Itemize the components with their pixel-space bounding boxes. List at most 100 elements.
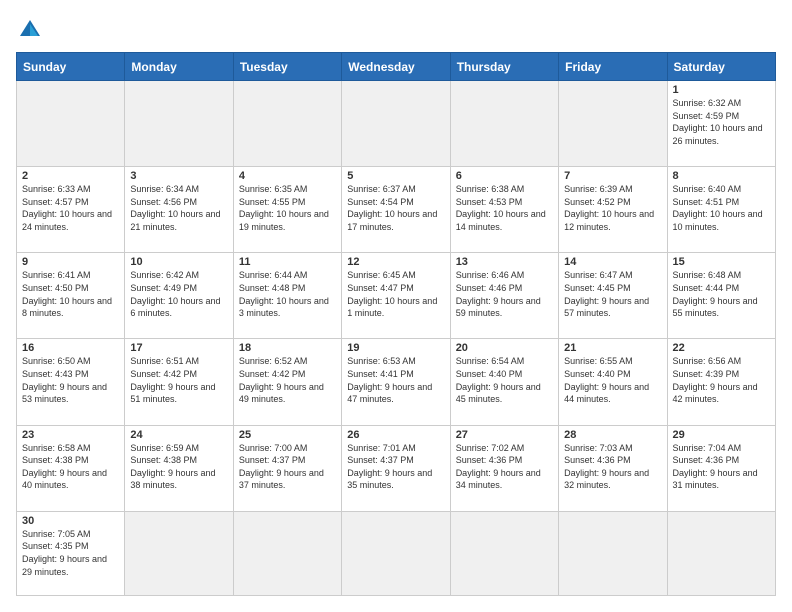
day-number: 6 bbox=[456, 170, 553, 182]
calendar-cell bbox=[233, 511, 341, 595]
day-number: 15 bbox=[673, 256, 770, 268]
weekday-header-saturday: Saturday bbox=[667, 53, 775, 81]
calendar-cell bbox=[233, 81, 341, 167]
day-number: 18 bbox=[239, 342, 336, 354]
day-number: 26 bbox=[347, 429, 444, 441]
logo bbox=[16, 16, 48, 44]
day-number: 28 bbox=[564, 429, 661, 441]
weekday-header-tuesday: Tuesday bbox=[233, 53, 341, 81]
calendar-cell: 4Sunrise: 6:35 AMSunset: 4:55 PMDaylight… bbox=[233, 167, 341, 253]
day-info: Sunrise: 6:56 AMSunset: 4:39 PMDaylight:… bbox=[673, 355, 770, 405]
calendar-cell: 17Sunrise: 6:51 AMSunset: 4:42 PMDayligh… bbox=[125, 339, 233, 425]
day-info: Sunrise: 7:00 AMSunset: 4:37 PMDaylight:… bbox=[239, 442, 336, 492]
weekday-header-thursday: Thursday bbox=[450, 53, 558, 81]
day-info: Sunrise: 6:55 AMSunset: 4:40 PMDaylight:… bbox=[564, 355, 661, 405]
day-info: Sunrise: 7:01 AMSunset: 4:37 PMDaylight:… bbox=[347, 442, 444, 492]
weekday-header-row: SundayMondayTuesdayWednesdayThursdayFrid… bbox=[17, 53, 776, 81]
day-number: 10 bbox=[130, 256, 227, 268]
day-info: Sunrise: 6:33 AMSunset: 4:57 PMDaylight:… bbox=[22, 183, 119, 233]
calendar-cell bbox=[125, 81, 233, 167]
day-number: 16 bbox=[22, 342, 119, 354]
day-number: 2 bbox=[22, 170, 119, 182]
calendar-cell bbox=[559, 511, 667, 595]
page: SundayMondayTuesdayWednesdayThursdayFrid… bbox=[0, 0, 792, 612]
day-number: 23 bbox=[22, 429, 119, 441]
calendar-cell: 28Sunrise: 7:03 AMSunset: 4:36 PMDayligh… bbox=[559, 425, 667, 511]
day-number: 17 bbox=[130, 342, 227, 354]
calendar-cell bbox=[17, 81, 125, 167]
calendar-cell: 3Sunrise: 6:34 AMSunset: 4:56 PMDaylight… bbox=[125, 167, 233, 253]
day-info: Sunrise: 7:03 AMSunset: 4:36 PMDaylight:… bbox=[564, 442, 661, 492]
logo-icon bbox=[16, 16, 44, 44]
calendar-cell: 12Sunrise: 6:45 AMSunset: 4:47 PMDayligh… bbox=[342, 253, 450, 339]
calendar-cell bbox=[342, 81, 450, 167]
calendar-cell: 11Sunrise: 6:44 AMSunset: 4:48 PMDayligh… bbox=[233, 253, 341, 339]
calendar-cell: 1Sunrise: 6:32 AMSunset: 4:59 PMDaylight… bbox=[667, 81, 775, 167]
calendar-cell: 27Sunrise: 7:02 AMSunset: 4:36 PMDayligh… bbox=[450, 425, 558, 511]
day-number: 3 bbox=[130, 170, 227, 182]
day-number: 11 bbox=[239, 256, 336, 268]
day-info: Sunrise: 6:52 AMSunset: 4:42 PMDaylight:… bbox=[239, 355, 336, 405]
calendar-cell bbox=[667, 511, 775, 595]
calendar-cell: 6Sunrise: 6:38 AMSunset: 4:53 PMDaylight… bbox=[450, 167, 558, 253]
calendar-week-5: 30Sunrise: 7:05 AMSunset: 4:35 PMDayligh… bbox=[17, 511, 776, 595]
calendar-cell: 20Sunrise: 6:54 AMSunset: 4:40 PMDayligh… bbox=[450, 339, 558, 425]
day-number: 13 bbox=[456, 256, 553, 268]
calendar-cell: 7Sunrise: 6:39 AMSunset: 4:52 PMDaylight… bbox=[559, 167, 667, 253]
calendar-cell bbox=[450, 81, 558, 167]
calendar-cell: 13Sunrise: 6:46 AMSunset: 4:46 PMDayligh… bbox=[450, 253, 558, 339]
day-info: Sunrise: 6:51 AMSunset: 4:42 PMDaylight:… bbox=[130, 355, 227, 405]
day-number: 19 bbox=[347, 342, 444, 354]
day-number: 20 bbox=[456, 342, 553, 354]
day-info: Sunrise: 6:32 AMSunset: 4:59 PMDaylight:… bbox=[673, 97, 770, 147]
calendar-cell bbox=[450, 511, 558, 595]
day-info: Sunrise: 6:53 AMSunset: 4:41 PMDaylight:… bbox=[347, 355, 444, 405]
day-number: 29 bbox=[673, 429, 770, 441]
day-info: Sunrise: 6:50 AMSunset: 4:43 PMDaylight:… bbox=[22, 355, 119, 405]
day-info: Sunrise: 6:34 AMSunset: 4:56 PMDaylight:… bbox=[130, 183, 227, 233]
weekday-header-monday: Monday bbox=[125, 53, 233, 81]
day-number: 8 bbox=[673, 170, 770, 182]
day-number: 4 bbox=[239, 170, 336, 182]
day-info: Sunrise: 6:44 AMSunset: 4:48 PMDaylight:… bbox=[239, 269, 336, 319]
day-number: 5 bbox=[347, 170, 444, 182]
calendar-cell: 25Sunrise: 7:00 AMSunset: 4:37 PMDayligh… bbox=[233, 425, 341, 511]
calendar-week-3: 16Sunrise: 6:50 AMSunset: 4:43 PMDayligh… bbox=[17, 339, 776, 425]
day-number: 30 bbox=[22, 515, 119, 527]
calendar-cell: 14Sunrise: 6:47 AMSunset: 4:45 PMDayligh… bbox=[559, 253, 667, 339]
calendar-week-4: 23Sunrise: 6:58 AMSunset: 4:38 PMDayligh… bbox=[17, 425, 776, 511]
calendar-cell: 5Sunrise: 6:37 AMSunset: 4:54 PMDaylight… bbox=[342, 167, 450, 253]
day-number: 14 bbox=[564, 256, 661, 268]
calendar-cell: 24Sunrise: 6:59 AMSunset: 4:38 PMDayligh… bbox=[125, 425, 233, 511]
day-info: Sunrise: 6:42 AMSunset: 4:49 PMDaylight:… bbox=[130, 269, 227, 319]
weekday-header-sunday: Sunday bbox=[17, 53, 125, 81]
day-info: Sunrise: 6:40 AMSunset: 4:51 PMDaylight:… bbox=[673, 183, 770, 233]
day-info: Sunrise: 7:05 AMSunset: 4:35 PMDaylight:… bbox=[22, 528, 119, 578]
day-number: 1 bbox=[673, 84, 770, 96]
day-info: Sunrise: 7:04 AMSunset: 4:36 PMDaylight:… bbox=[673, 442, 770, 492]
calendar-cell: 21Sunrise: 6:55 AMSunset: 4:40 PMDayligh… bbox=[559, 339, 667, 425]
calendar-cell: 10Sunrise: 6:42 AMSunset: 4:49 PMDayligh… bbox=[125, 253, 233, 339]
calendar-cell: 9Sunrise: 6:41 AMSunset: 4:50 PMDaylight… bbox=[17, 253, 125, 339]
day-info: Sunrise: 6:46 AMSunset: 4:46 PMDaylight:… bbox=[456, 269, 553, 319]
calendar-cell bbox=[559, 81, 667, 167]
calendar-cell: 29Sunrise: 7:04 AMSunset: 4:36 PMDayligh… bbox=[667, 425, 775, 511]
day-info: Sunrise: 6:38 AMSunset: 4:53 PMDaylight:… bbox=[456, 183, 553, 233]
calendar-cell: 26Sunrise: 7:01 AMSunset: 4:37 PMDayligh… bbox=[342, 425, 450, 511]
calendar-cell: 16Sunrise: 6:50 AMSunset: 4:43 PMDayligh… bbox=[17, 339, 125, 425]
weekday-header-wednesday: Wednesday bbox=[342, 53, 450, 81]
day-info: Sunrise: 6:37 AMSunset: 4:54 PMDaylight:… bbox=[347, 183, 444, 233]
day-number: 25 bbox=[239, 429, 336, 441]
day-info: Sunrise: 6:58 AMSunset: 4:38 PMDaylight:… bbox=[22, 442, 119, 492]
day-info: Sunrise: 6:48 AMSunset: 4:44 PMDaylight:… bbox=[673, 269, 770, 319]
header bbox=[16, 16, 776, 44]
calendar-cell: 19Sunrise: 6:53 AMSunset: 4:41 PMDayligh… bbox=[342, 339, 450, 425]
day-number: 21 bbox=[564, 342, 661, 354]
calendar-cell: 18Sunrise: 6:52 AMSunset: 4:42 PMDayligh… bbox=[233, 339, 341, 425]
calendar-week-1: 2Sunrise: 6:33 AMSunset: 4:57 PMDaylight… bbox=[17, 167, 776, 253]
day-number: 24 bbox=[130, 429, 227, 441]
calendar-cell: 8Sunrise: 6:40 AMSunset: 4:51 PMDaylight… bbox=[667, 167, 775, 253]
day-info: Sunrise: 6:39 AMSunset: 4:52 PMDaylight:… bbox=[564, 183, 661, 233]
day-info: Sunrise: 6:54 AMSunset: 4:40 PMDaylight:… bbox=[456, 355, 553, 405]
calendar-cell bbox=[342, 511, 450, 595]
